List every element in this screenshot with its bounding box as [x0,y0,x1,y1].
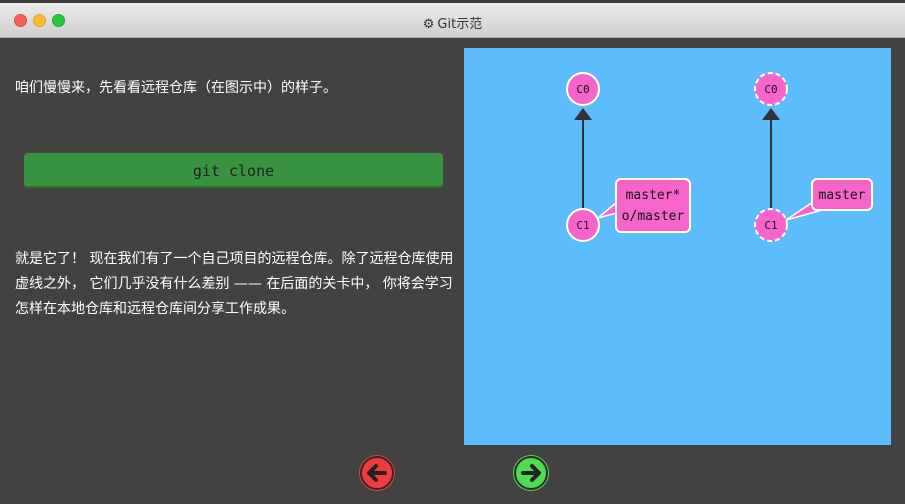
remote-commit-c1-label: C1 [764,219,777,232]
instruction-panel: 咱们慢慢来，先看看远程仓库（在图示中）的样子。 git clone 就是它了！ … [0,39,460,504]
local-edge-arrow-icon [574,108,592,120]
title-bar: ⚙ Git示范 [0,3,905,38]
remote-commit-c0-label: C0 [764,83,777,96]
previous-button[interactable] [359,455,395,491]
description-text: 就是它了！ 现在我们有了一个自己项目的远程仓库。除了远程仓库使用虚线之外， 它们… [15,251,454,317]
next-button[interactable] [513,455,549,491]
branch-master-remote-label: master [819,188,866,203]
window-title: ⚙ Git示范 [0,13,905,32]
intro-text: 咱们慢慢来，先看看远程仓库（在图示中）的样子。 [15,80,337,96]
git-graph-svg: C0 C1 master* o/master C0 C1 master [566,72,873,242]
arrow-left-icon [360,456,394,490]
local-commit-c1-label: C1 [576,219,589,232]
gear-icon: ⚙ [422,17,435,32]
window-title-text: Git示范 [437,17,483,32]
local-commit-c0-label: C0 [576,83,589,96]
app-window: ⚙ Git示范 咱们慢慢来，先看看远程仓库（在图示中）的样子。 git clone… [0,3,905,504]
arrow-right-icon [514,456,548,490]
local-branch-tag[interactable] [615,178,691,233]
branch-origin-master-label: o/master [622,209,685,224]
remote-edge-arrow-icon [762,108,780,120]
branch-master-local-label: master* [626,188,681,203]
git-clone-button[interactable]: git clone [24,153,443,188]
git-graph-canvas: C0 C1 master* o/master C0 C1 master [464,48,891,445]
